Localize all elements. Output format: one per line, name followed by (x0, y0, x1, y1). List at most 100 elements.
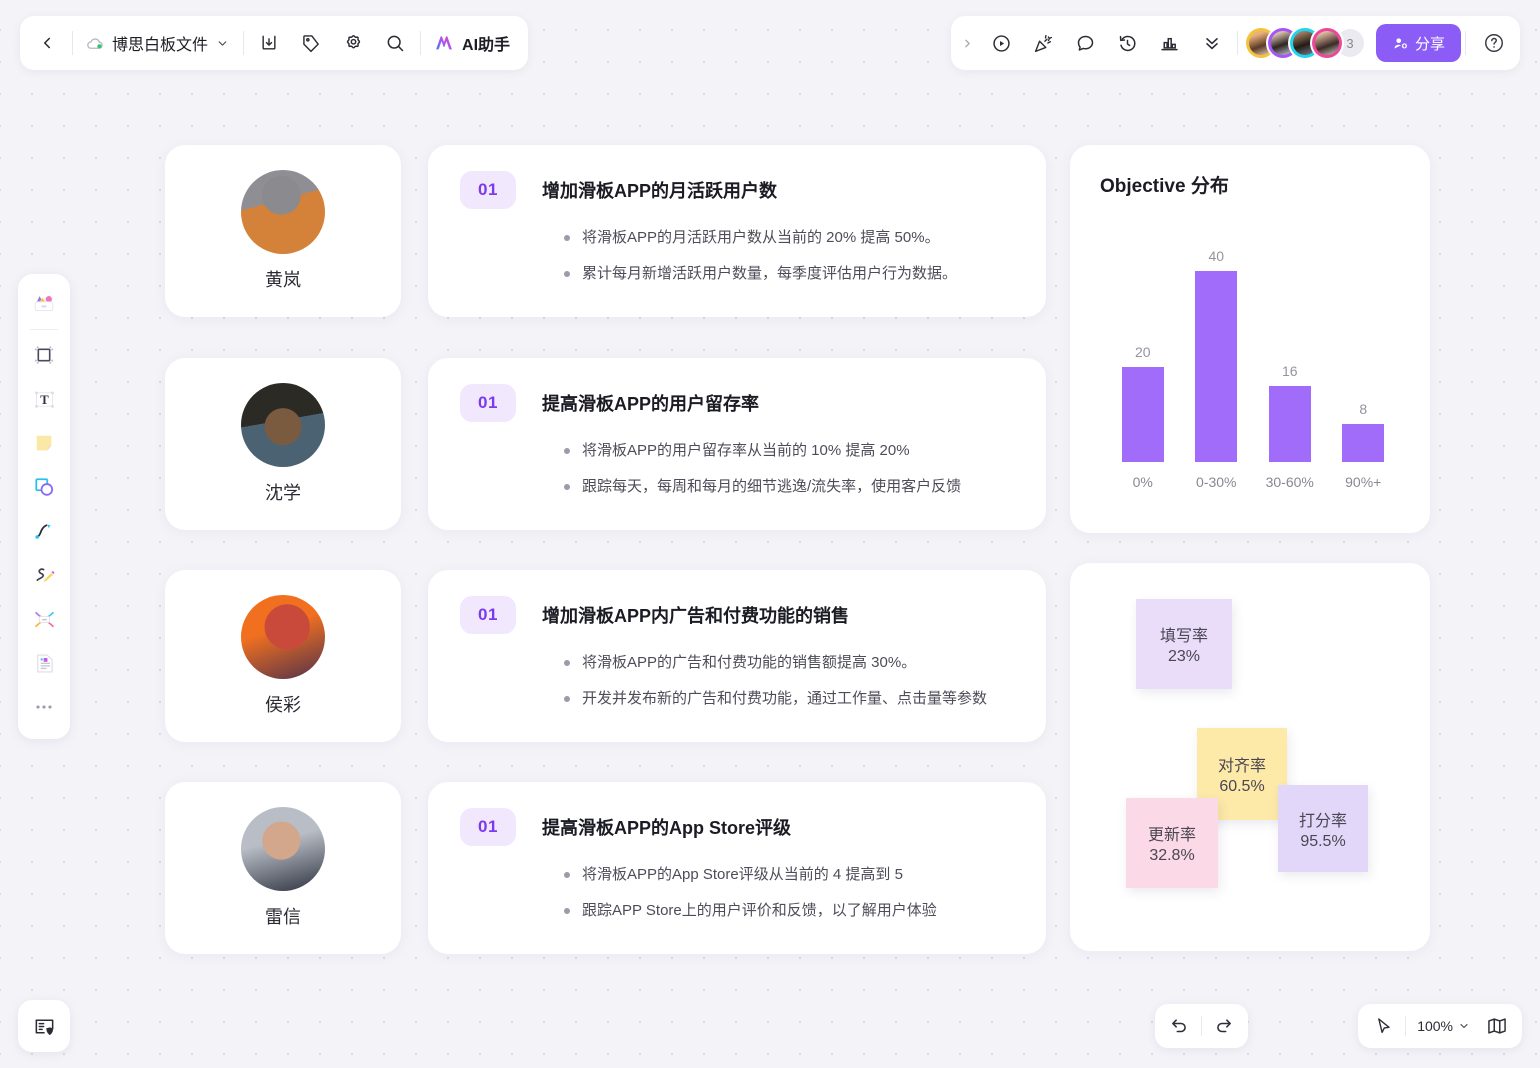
bar-category-label: 0% (1132, 474, 1153, 490)
back-button[interactable] (26, 22, 68, 64)
objective-card[interactable]: 01 提高滑板APP的App Store评级 将滑板APP的App Store评… (428, 782, 1046, 954)
undo-button[interactable] (1160, 1008, 1198, 1044)
bar-value-label: 20 (1134, 343, 1151, 360)
sidebar-item-media[interactable] (24, 641, 64, 685)
list-item: 跟踪APP Store上的用户评价和反馈，以了解用户体验 (564, 900, 1016, 923)
bullet-icon (564, 448, 570, 454)
person-card[interactable]: 侯彩 (165, 570, 401, 742)
celebrate-button[interactable] (1023, 22, 1065, 64)
sidebar-item-sticky-note[interactable] (24, 421, 64, 465)
objective-card[interactable]: 01 增加滑板APP的月活跃用户数 将滑板APP的月活跃用户数从当前的 20% … (428, 145, 1046, 317)
left-toolbar: T (18, 274, 70, 739)
bar (1342, 423, 1385, 462)
sticky-note[interactable]: 填写率 23% (1136, 599, 1232, 689)
share-button[interactable]: 分享 (1375, 24, 1461, 62)
sidebar-item-pen[interactable] (24, 553, 64, 597)
metrics-sticky-card[interactable]: 填写率 23% 对齐率 60.5% 更新率 32.8% 打分率 95.5% (1070, 563, 1430, 951)
objective-title: 提高滑板APP的用户留存率 (542, 394, 760, 414)
objective-distribution-chart-card[interactable]: Objective 分布 20 0% 40 0-30% 16 30-60% 8 90%+ (1070, 145, 1430, 533)
chart-button[interactable] (1149, 22, 1191, 64)
person-name: 侯彩 (265, 695, 301, 715)
list-item: 开发并发布新的广告和付费功能，通过工作量、点击量等参数 (564, 688, 1016, 711)
redo-icon (1217, 1019, 1231, 1033)
search-button[interactable] (374, 22, 416, 64)
person-name: 黄岚 (265, 270, 301, 290)
divider (1465, 31, 1466, 55)
list-item-text: 将滑板APP的App Store评级从当前的 4 提高到 5 (582, 866, 903, 883)
bar-group: 8 90%+ (1327, 401, 1399, 490)
document-title-chip[interactable]: 博思白板文件 (77, 22, 239, 64)
more-dots-icon (36, 705, 52, 709)
connector-icon (35, 524, 51, 539)
list-item: 跟踪每天，每周和每月的细节逃逸/流失率，使用客户反馈 (564, 476, 1016, 499)
sticky-note[interactable]: 更新率 32.8% (1126, 798, 1218, 888)
sticky-note-label: 对齐率 (1217, 758, 1266, 775)
objective-header: 01 增加滑板APP的月活跃用户数 (460, 171, 1016, 209)
objective-title: 增加滑板APP内广告和付费功能的销售 (542, 606, 850, 626)
objective-header: 01 增加滑板APP内广告和付费功能的销售 (460, 596, 1016, 634)
bar-value-label: 40 (1208, 248, 1225, 265)
bullet-icon (564, 235, 570, 241)
person-card[interactable]: 雷信 (165, 782, 401, 954)
present-button[interactable] (981, 22, 1023, 64)
download-button[interactable] (248, 22, 290, 64)
person-card[interactable]: 沈学 (165, 358, 401, 530)
cursor-tool-button[interactable] (1364, 1008, 1402, 1044)
undo-icon (1172, 1019, 1186, 1033)
sidebar-item-text[interactable]: T (24, 377, 64, 421)
chevron-down-icon (1460, 1023, 1468, 1029)
chevron-left-icon (43, 37, 51, 49)
objective-bullets: 将滑板APP的广告和付费功能的销售额提高 30%。 开发并发布新的广告和付费功能… (460, 652, 1016, 710)
timer-icon (1120, 35, 1137, 51)
objective-card[interactable]: 01 增加滑板APP内广告和付费功能的销售 将滑板APP的广告和付费功能的销售额… (428, 570, 1046, 742)
bullet-icon (564, 660, 570, 666)
objective-card[interactable]: 01 提高滑板APP的用户留存率 将滑板APP的用户留存率从当前的 10% 提高… (428, 358, 1046, 530)
tag-button[interactable] (290, 22, 332, 64)
expand-toolbar-button[interactable] (955, 22, 981, 64)
sidebar-item-shapes[interactable] (24, 465, 64, 509)
svg-text:T: T (40, 393, 49, 407)
bar-category-label: 0-30% (1196, 474, 1237, 490)
zoom-level-selector[interactable]: 100% (1409, 1008, 1478, 1044)
bar-category-label: 90%+ (1345, 474, 1382, 490)
canvas-panel-button[interactable] (18, 1000, 70, 1052)
bar-chart: 20 0% 40 0-30% 16 30-60% 8 90%+ (1100, 242, 1406, 490)
help-button[interactable] (1476, 25, 1512, 61)
document-title: 博思白板文件 (112, 37, 209, 54)
collaborator-avatars: 3 (1245, 28, 1364, 58)
bullet-icon (564, 270, 570, 277)
chart-title: Objective 分布 (1100, 176, 1229, 197)
ai-assistant-button[interactable]: AI助手 (425, 22, 522, 64)
avatar[interactable] (1311, 28, 1342, 58)
chevron-right-icon (965, 39, 971, 47)
sidebar-item-templates[interactable] (24, 282, 64, 326)
chevron-down-icon (218, 40, 227, 46)
zoom-controls-group: 100% (1358, 1004, 1522, 1048)
canvas-panel-icon (35, 1019, 53, 1035)
person-card[interactable]: 黄岚 (165, 145, 401, 317)
sidebar-item-frame[interactable] (24, 333, 64, 377)
bar (1195, 271, 1238, 462)
sidebar-item-connector[interactable] (24, 509, 64, 553)
more-toolbar-button[interactable] (1191, 22, 1233, 64)
divider (72, 31, 73, 55)
bullet-icon (564, 695, 570, 702)
objective-badge: 01 (460, 171, 516, 209)
list-item: 累计每月新增活跃用户数量，每季度评估用户行为数据。 (564, 263, 1016, 286)
comment-bubble-icon (1078, 35, 1094, 51)
list-item-text: 将滑板APP的用户留存率从当前的 10% 提高 20% (582, 442, 910, 459)
timer-button[interactable] (1107, 22, 1149, 64)
user-add-icon (1394, 37, 1407, 49)
redo-button[interactable] (1205, 1008, 1243, 1044)
minimap-button[interactable] (1478, 1008, 1516, 1044)
objective-bullets: 将滑板APP的App Store评级从当前的 4 提高到 5 跟踪APP Sto… (460, 864, 1016, 922)
settings-button[interactable] (332, 22, 374, 64)
list-item-text: 将滑板APP的广告和付费功能的销售额提高 30%。 (582, 654, 917, 671)
list-item: 将滑板APP的月活跃用户数从当前的 20% 提高 50%。 (564, 227, 1016, 250)
search-icon (387, 35, 404, 52)
sticky-note[interactable]: 打分率 95.5% (1278, 785, 1368, 872)
comment-button[interactable] (1065, 22, 1107, 64)
cursor-arrow-icon (1378, 1018, 1390, 1034)
sidebar-item-mindmap[interactable] (24, 597, 64, 641)
sidebar-item-more[interactable] (24, 685, 64, 729)
